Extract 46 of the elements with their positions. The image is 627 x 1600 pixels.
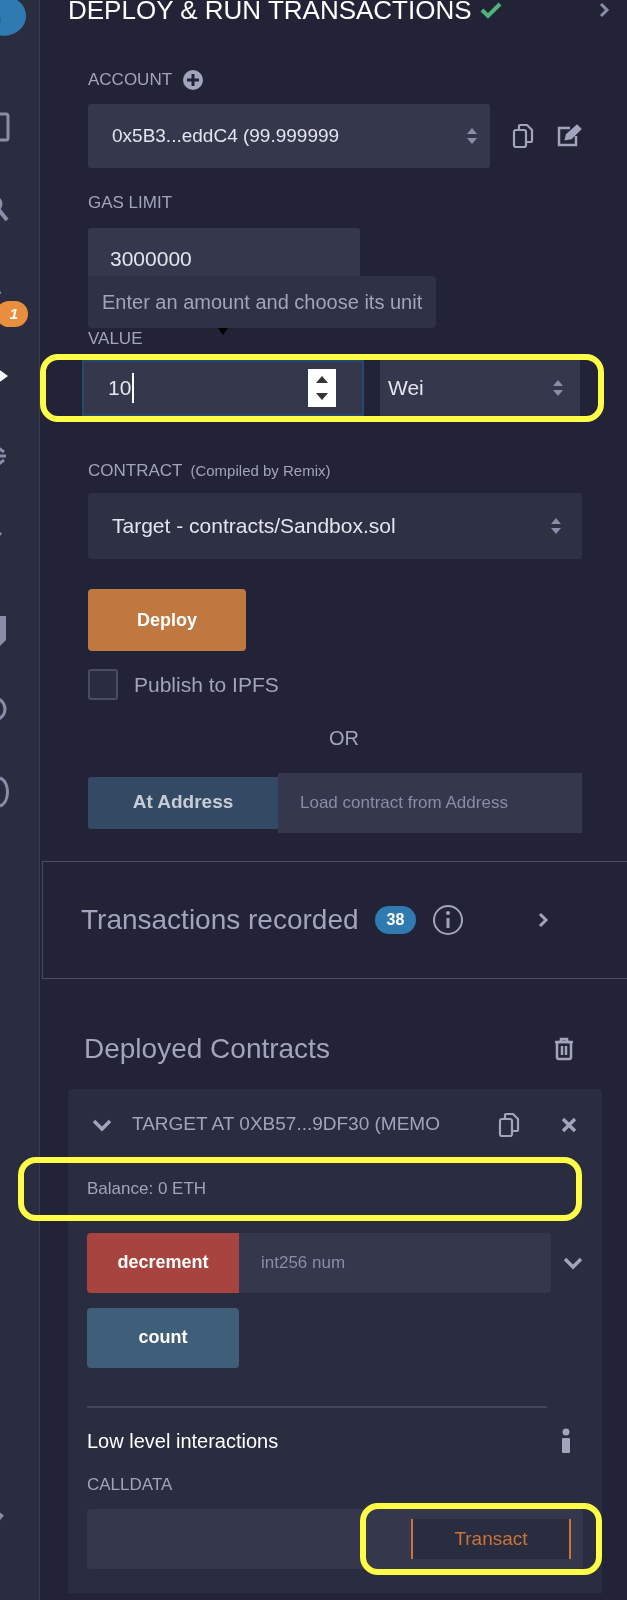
transactions-panel[interactable]: Transactions recorded 38 <box>42 860 627 979</box>
panel-title: DEPLOY & RUN TRANSACTIONS <box>68 0 472 27</box>
updown-icon <box>466 126 478 146</box>
info-icon[interactable] <box>561 1427 571 1454</box>
count-badge: 38 <box>374 905 417 934</box>
close-icon[interactable] <box>560 1115 578 1134</box>
trash-icon[interactable] <box>554 1036 574 1061</box>
plus-icon[interactable] <box>182 69 205 91</box>
spinner-icon[interactable] <box>308 368 336 407</box>
chevron-down-icon[interactable] <box>563 1255 583 1270</box>
balance-text: Balance: 0 ETH <box>87 1177 207 1200</box>
tooltip-arrow-icon <box>218 327 228 335</box>
section-title: Deployed Contracts <box>84 1031 330 1066</box>
updown-icon <box>550 516 562 536</box>
field-label: CALLDATA <box>87 1473 174 1496</box>
field-label: ACCOUNT <box>88 69 173 92</box>
amount-field[interactable]: 10 <box>82 359 364 416</box>
compiler-note: (Compiled by Remix) <box>190 460 331 481</box>
deploy-button[interactable]: Deploy <box>88 589 246 651</box>
transactions-label: Transactions recorded <box>81 902 359 937</box>
function-button[interactable]: decrement <box>87 1232 239 1293</box>
field-label: CONTRACT <box>88 459 183 482</box>
address-field[interactable]: Load contract from Address <box>278 772 582 833</box>
chevron-down-icon[interactable] <box>92 1117 112 1132</box>
unit-select[interactable]: Wei <box>380 359 580 416</box>
or-text: OR <box>329 725 359 751</box>
contract-select[interactable]: Target - contracts/Sandbox.sol <box>88 493 582 559</box>
chevron-right-icon[interactable] <box>537 910 549 929</box>
checkbox-label: Publish to IPFS <box>134 672 279 698</box>
field-label: GAS LIMIT <box>88 192 174 214</box>
section-title: Low level interactions <box>87 1428 279 1454</box>
copy-icon[interactable] <box>512 123 534 149</box>
info-icon[interactable] <box>432 903 465 936</box>
function-button[interactable]: count <box>87 1307 239 1368</box>
account-select[interactable]: 0x5B3...eddC4 (99.999999 <box>88 104 490 168</box>
contract-instance-title[interactable]: TARGET AT 0XB57...9DF30 (MEMO <box>132 1110 478 1139</box>
field-label: VALUE <box>88 329 143 348</box>
checkbox[interactable] <box>88 669 118 701</box>
notification-badge: 1 <box>0 301 28 327</box>
copy-icon[interactable] <box>498 1111 520 1138</box>
at-address-button[interactable]: At Address <box>88 776 278 829</box>
transact-button[interactable]: Transact <box>411 1519 571 1559</box>
tooltip: Enter an amount and choose its unit <box>88 275 437 328</box>
chevron-right-icon[interactable] <box>598 1 610 19</box>
edit-icon[interactable] <box>556 124 582 148</box>
argument-field[interactable]: int256 num <box>239 1232 551 1293</box>
